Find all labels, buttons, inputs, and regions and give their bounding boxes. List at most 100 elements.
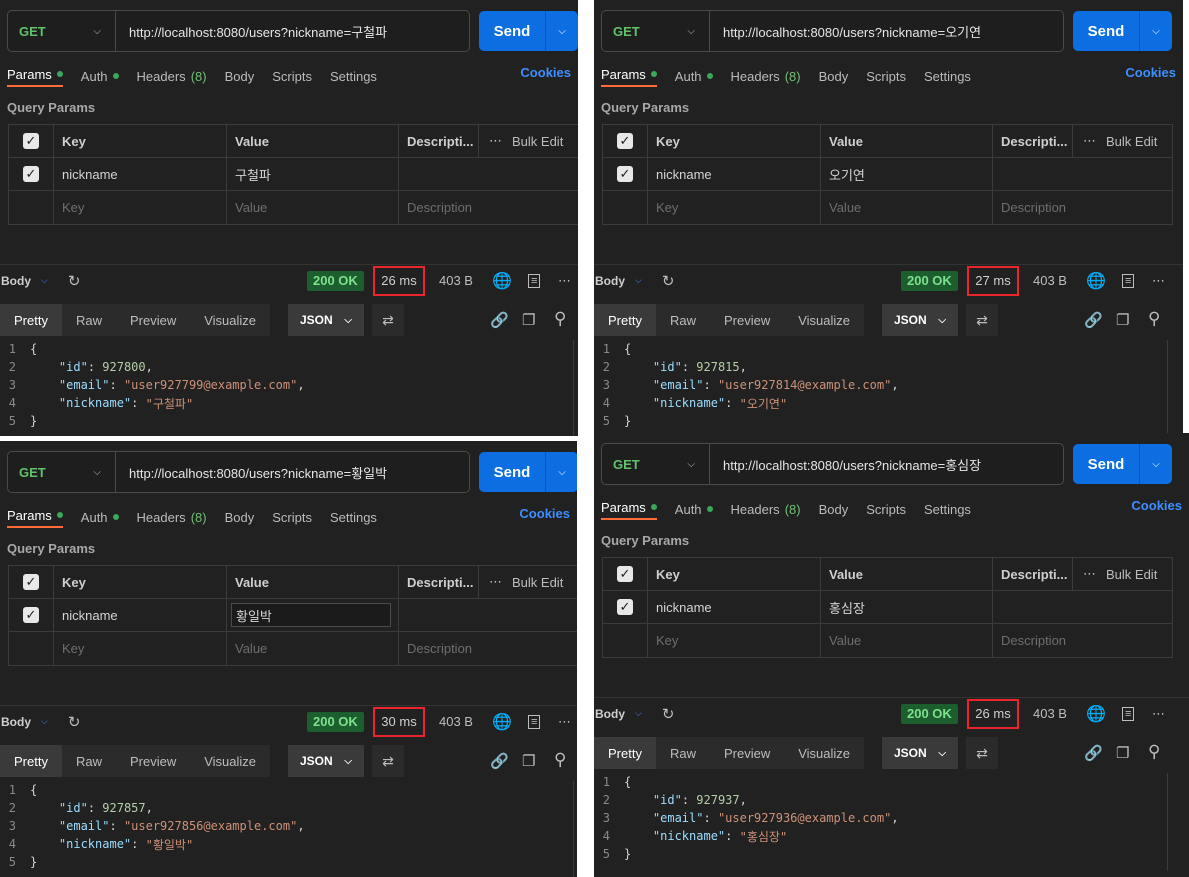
save-response-icon[interactable]: ≡: [528, 714, 541, 729]
editor-scrollbar[interactable]: [573, 340, 574, 436]
key-placeholder[interactable]: Key: [54, 191, 227, 224]
history-icon[interactable]: ↻: [662, 705, 675, 723]
tab-auth[interactable]: Auth: [81, 65, 119, 87]
tab-scripts[interactable]: Scripts: [866, 65, 906, 87]
tab-settings[interactable]: Settings: [330, 65, 377, 87]
more-icon[interactable]: ⋯: [558, 273, 571, 289]
tab-preview[interactable]: Preview: [115, 745, 191, 777]
cookies-link[interactable]: Cookies: [520, 65, 571, 80]
tab-body[interactable]: Body: [819, 65, 849, 87]
wrap-lines-button[interactable]: ⇄: [372, 745, 404, 777]
chevron-down-icon[interactable]: ⌵: [635, 275, 642, 286]
tab-scripts[interactable]: Scripts: [272, 65, 312, 87]
tab-preview[interactable]: Preview: [709, 737, 785, 769]
tab-preview[interactable]: Preview: [709, 304, 785, 336]
tab-raw[interactable]: Raw: [655, 304, 710, 336]
send-button[interactable]: Send ⌵: [479, 452, 577, 492]
search-icon[interactable]: ⚲: [1148, 742, 1160, 762]
tab-auth[interactable]: Auth: [81, 506, 119, 528]
wrap-lines-button[interactable]: ⇄: [966, 304, 998, 336]
copy-icon[interactable]: ❐: [1116, 311, 1129, 329]
row-checkbox[interactable]: ✓: [23, 166, 39, 182]
url-input[interactable]: http://localhost:8080/users?nickname=황일박: [116, 452, 469, 492]
select-all-checkbox[interactable]: ✓: [23, 133, 39, 149]
more-icon[interactable]: ⋯: [1152, 273, 1165, 289]
tab-headers[interactable]: Headers (8): [137, 506, 207, 528]
bulk-edit-button[interactable]: ⋯ Bulk Edit: [1073, 125, 1172, 157]
tab-headers[interactable]: Headers (8): [731, 65, 801, 87]
url-input[interactable]: http://localhost:8080/users?nickname=홍심장: [710, 444, 1063, 484]
param-description-cell[interactable]: [399, 599, 577, 631]
tab-pretty[interactable]: Pretty: [0, 745, 62, 777]
key-placeholder[interactable]: Key: [648, 624, 821, 657]
select-all-checkbox[interactable]: ✓: [617, 133, 633, 149]
param-value-cell[interactable]: 홍심장: [821, 591, 993, 623]
globe-icon[interactable]: 🌐: [1086, 271, 1106, 291]
tab-pretty[interactable]: Pretty: [594, 737, 656, 769]
tab-visualize[interactable]: Visualize: [190, 745, 271, 777]
tab-settings[interactable]: Settings: [924, 498, 971, 520]
param-key-cell[interactable]: nickname: [54, 599, 227, 631]
param-description-cell[interactable]: [993, 158, 1172, 190]
select-all-checkbox[interactable]: ✓: [617, 566, 633, 582]
editor-scrollbar[interactable]: [1167, 773, 1168, 871]
tab-params[interactable]: Params: [7, 506, 63, 528]
url-input[interactable]: http://localhost:8080/users?nickname=오기연: [710, 11, 1063, 51]
row-checkbox[interactable]: ✓: [23, 607, 39, 623]
value-placeholder[interactable]: Value: [821, 624, 993, 657]
search-icon[interactable]: ⚲: [554, 750, 566, 770]
tab-raw[interactable]: Raw: [61, 745, 116, 777]
save-response-icon[interactable]: ≡: [1122, 706, 1135, 721]
format-select[interactable]: JSON ⌵: [288, 304, 364, 336]
method-select[interactable]: GET ⌵: [8, 452, 116, 492]
method-select[interactable]: GET ⌵: [602, 444, 710, 484]
param-value-cell[interactable]: 오기연: [821, 158, 993, 190]
chevron-down-icon[interactable]: ⌵: [635, 708, 642, 719]
value-placeholder[interactable]: Value: [821, 191, 993, 224]
chevron-down-icon[interactable]: ⌵: [1140, 11, 1172, 51]
format-select[interactable]: JSON ⌵: [288, 745, 364, 777]
send-button[interactable]: Send ⌵: [1073, 444, 1172, 484]
description-placeholder[interactable]: Description: [399, 632, 577, 665]
chevron-down-icon[interactable]: ⌵: [41, 275, 48, 286]
link-icon[interactable]: 🔗: [490, 311, 509, 329]
link-icon[interactable]: 🔗: [1084, 744, 1103, 762]
tab-headers[interactable]: Headers (8): [731, 498, 801, 520]
save-response-icon[interactable]: ≡: [528, 273, 541, 288]
tab-body[interactable]: Body: [225, 506, 255, 528]
send-button[interactable]: Send ⌵: [479, 11, 578, 51]
tab-auth[interactable]: Auth: [675, 65, 713, 87]
chevron-down-icon[interactable]: ⌵: [1140, 444, 1172, 484]
copy-icon[interactable]: ❐: [1116, 744, 1129, 762]
bulk-edit-button[interactable]: ⋯ Bulk Edit: [479, 125, 578, 157]
row-checkbox[interactable]: ✓: [617, 166, 633, 182]
tab-raw[interactable]: Raw: [655, 737, 710, 769]
tab-auth[interactable]: Auth: [675, 498, 713, 520]
value-placeholder[interactable]: Value: [227, 632, 399, 665]
cookies-link[interactable]: Cookies: [1131, 498, 1182, 513]
tab-params[interactable]: Params: [601, 498, 657, 520]
param-key-cell[interactable]: nickname: [54, 158, 227, 190]
tab-visualize[interactable]: Visualize: [784, 304, 865, 336]
param-description-cell[interactable]: [399, 158, 578, 190]
param-value-cell[interactable]: 구철파: [227, 158, 399, 190]
param-key-cell[interactable]: nickname: [648, 158, 821, 190]
link-icon[interactable]: 🔗: [1084, 311, 1103, 329]
value-placeholder[interactable]: Value: [227, 191, 399, 224]
editor-scrollbar[interactable]: [573, 781, 574, 877]
wrap-lines-button[interactable]: ⇄: [372, 304, 404, 336]
chevron-down-icon[interactable]: ⌵: [41, 716, 48, 727]
description-placeholder[interactable]: Description: [993, 624, 1172, 657]
tab-settings[interactable]: Settings: [330, 506, 377, 528]
cookies-link[interactable]: Cookies: [1125, 65, 1176, 80]
globe-icon[interactable]: 🌐: [492, 271, 512, 291]
copy-icon[interactable]: ❐: [522, 311, 535, 329]
tab-params[interactable]: Params: [7, 65, 63, 87]
param-key-cell[interactable]: nickname: [648, 591, 821, 623]
globe-icon[interactable]: 🌐: [1086, 704, 1106, 724]
format-select[interactable]: JSON ⌵: [882, 737, 958, 769]
description-placeholder[interactable]: Description: [399, 191, 578, 224]
method-select[interactable]: GET ⌵: [8, 11, 116, 51]
history-icon[interactable]: ↻: [662, 272, 675, 290]
select-all-checkbox[interactable]: ✓: [23, 574, 39, 590]
